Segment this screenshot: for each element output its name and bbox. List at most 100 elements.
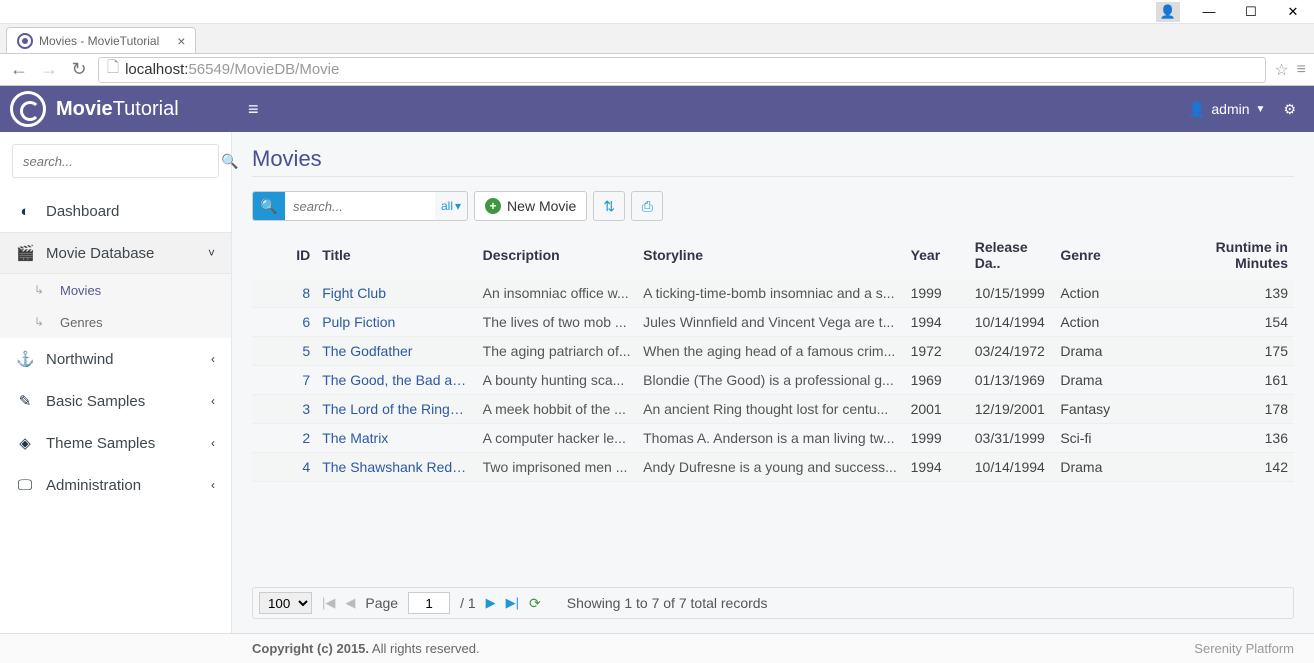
cell-id: 8 [252,279,316,308]
main-content: Movies 🔍 all▾ + New Movie ⇅ ⎙ IDTitleDes… [232,132,1314,633]
sidebar-toggle-icon[interactable]: ≡ [232,99,275,120]
pager-refresh-icon[interactable]: ⟳ [529,595,541,612]
chevron-down-icon: ▼ [1256,104,1266,115]
quick-search-button[interactable]: 🔍 [253,192,285,220]
bookmark-icon[interactable]: ☆ [1274,60,1288,80]
export-button[interactable]: ⎙ [631,191,663,221]
col-header[interactable]: Genre [1054,231,1155,279]
cell-title-link[interactable]: The Shawshank Rede... [316,453,476,482]
sidebar-search-input[interactable] [13,154,211,169]
cell-genre: Action [1054,279,1155,308]
pager: 100 |◀ ◀ Page / 1 ▶ ▶| ⟳ Showing 1 to 7 … [252,587,1294,619]
cell-release: 10/14/1994 [969,308,1055,337]
column-picker-button[interactable]: ⇅ [593,191,625,221]
sidebar-search[interactable]: 🔍 [12,144,219,178]
col-header[interactable]: Title [316,231,476,279]
quick-search-input[interactable] [285,192,435,220]
cell-description: The aging patriarch of... [477,337,637,366]
toolbar: 🔍 all▾ + New Movie ⇅ ⎙ [252,191,1294,221]
cell-description: The lives of two mob ... [477,308,637,337]
col-header[interactable]: ID [252,231,316,279]
sidebar-item-movie-database[interactable]: 🎬Movie Database˅ [0,232,231,274]
user-menu[interactable]: 👤 admin ▼ [1188,101,1265,118]
col-header[interactable]: Runtime in Minutes [1155,231,1294,279]
cell-description: An insomniac office w... [477,279,637,308]
browser-tab[interactable]: Movies - MovieTutorial × [6,27,196,53]
quick-search-all[interactable]: all▾ [435,192,467,220]
sidebar-item-label: Genres [60,315,103,330]
cell-release: 03/24/1972 [969,337,1055,366]
pager-prev-icon[interactable]: ◀ [345,595,355,611]
sidebar-item-label: Northwind [46,351,114,368]
chevron-down-icon: ▾ [455,199,461,213]
cell-title-link[interactable]: The Matrix [316,424,476,453]
table-row[interactable]: 7The Good, the Bad an...A bounty hunting… [252,366,1294,395]
pager-page-of: / 1 [460,595,476,611]
cell-runtime: 178 [1155,395,1294,424]
cell-genre: Sci-fi [1054,424,1155,453]
cell-storyline: An ancient Ring thought lost for centu..… [637,395,904,424]
chevron-icon: ‹ [211,436,215,450]
sidebar-item-theme-samples[interactable]: ◈Theme Samples‹ [0,422,231,464]
cell-description: A meek hobbit of the ... [477,395,637,424]
film-icon: 🎬 [16,244,34,262]
footer: Copyright (c) 2015. All rights reserved.… [0,633,1314,663]
window-minimize[interactable]: — [1188,0,1230,24]
table-row[interactable]: 2The MatrixA computer hacker le...Thomas… [252,424,1294,453]
cell-title-link[interactable]: The Good, the Bad an... [316,366,476,395]
pager-next-icon[interactable]: ▶ [486,595,496,611]
table-row[interactable]: 5The GodfatherThe aging patriarch of...W… [252,337,1294,366]
forward-button[interactable]: → [38,59,60,80]
page-size-select[interactable]: 100 [259,592,312,614]
cell-release: 12/19/2001 [969,395,1055,424]
sidebar-item-administration[interactable]: 🖵Administration‹ [0,464,231,506]
cell-storyline: Thomas A. Anderson is a man living tw... [637,424,904,453]
cell-title-link[interactable]: The Godfather [316,337,476,366]
cell-runtime: 175 [1155,337,1294,366]
browser-menu-icon[interactable]: ≡ [1297,61,1306,79]
desktop-icon: 🖵 [16,477,34,494]
back-button[interactable]: ← [8,59,30,80]
sidebar-item-northwind[interactable]: ⚓Northwind‹ [0,338,231,380]
col-header[interactable]: Year [905,231,969,279]
cell-year: 1994 [905,308,969,337]
col-header[interactable]: Description [477,231,637,279]
window-close[interactable]: ✕ [1272,0,1314,24]
cell-runtime: 139 [1155,279,1294,308]
sidebar-item-basic-samples[interactable]: ✎Basic Samples‹ [0,380,231,422]
pager-last-icon[interactable]: ▶| [506,595,519,611]
col-header[interactable]: Release Da.. [969,231,1055,279]
pager-first-icon[interactable]: |◀ [322,595,335,611]
logo[interactable]: MovieTutorial [0,91,232,127]
pager-page-input[interactable] [408,592,450,614]
table-row[interactable]: 4The Shawshank Rede...Two imprisoned men… [252,453,1294,482]
cell-runtime: 136 [1155,424,1294,453]
cell-title-link[interactable]: Pulp Fiction [316,308,476,337]
sidebar-item-label: Administration [46,477,141,494]
col-header[interactable]: Storyline [637,231,904,279]
window-user-icon[interactable]: 👤 [1156,2,1180,22]
cell-title-link[interactable]: The Lord of the Rings:... [316,395,476,424]
table-row[interactable]: 8Fight ClubAn insomniac office w...A tic… [252,279,1294,308]
cell-year: 1999 [905,424,969,453]
cell-year: 1999 [905,279,969,308]
sidebar-item-dashboard[interactable]: ◐Dashboard [0,190,231,232]
settings-icon[interactable]: ⚙ [1283,101,1296,118]
url-field[interactable]: 🗋 localhost:56549/MovieDB/Movie [98,57,1266,83]
cell-id: 2 [252,424,316,453]
cell-release: 10/15/1999 [969,279,1055,308]
sidebar-item-label: Movie Database [46,245,154,262]
cell-title-link[interactable]: Fight Club [316,279,476,308]
cell-genre: Action [1054,308,1155,337]
page-icon: 🗋 [107,57,119,82]
chevron-icon: ‹ [211,394,215,408]
tab-close-icon[interactable]: × [177,33,185,49]
new-movie-button[interactable]: + New Movie [474,191,587,221]
reload-button[interactable]: ↻ [68,59,90,80]
table-row[interactable]: 6Pulp FictionThe lives of two mob ...Jul… [252,308,1294,337]
sidebar-subitem-genres[interactable]: ↳Genres [0,306,231,338]
table-row[interactable]: 3The Lord of the Rings:...A meek hobbit … [252,395,1294,424]
diamond-icon: ◈ [16,434,34,452]
window-maximize[interactable]: ☐ [1230,0,1272,24]
sidebar-subitem-movies[interactable]: ↳Movies [0,274,231,306]
